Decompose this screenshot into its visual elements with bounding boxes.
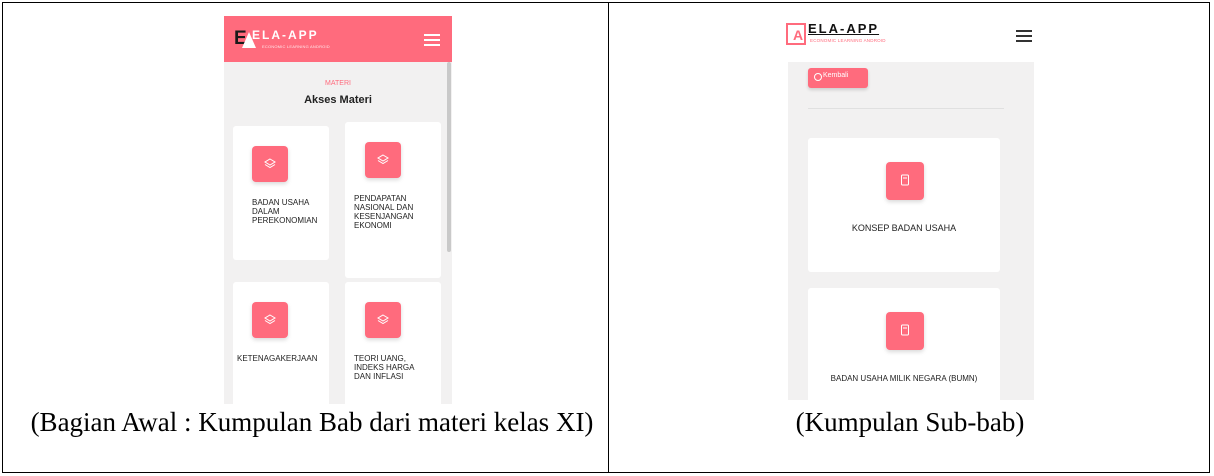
scrollbar[interactable] — [447, 62, 451, 252]
table-divider — [608, 2, 609, 473]
section-kicker: MATERI — [325, 80, 351, 87]
app-header: E ELA-APP ECONOMIC LEARNING ANDROID — [224, 16, 452, 62]
chapter-card[interactable]: TEORI UANG, INDEKS HARGA DAN INFLASI — [345, 282, 441, 404]
chapter-label: BADAN USAHA DALAM PEREKONOMIAN — [252, 198, 318, 225]
app-subtitle: ECONOMIC LEARNING ANDROID — [810, 38, 886, 43]
menu-icon[interactable] — [1016, 30, 1032, 45]
left-phone-screen: E ELA-APP ECONOMIC LEARNING ANDROID MATE… — [224, 16, 452, 404]
back-icon — [814, 73, 822, 81]
menu-icon[interactable] — [424, 34, 440, 49]
app-header: A ELA-APP ECONOMIC LEARNING ANDROID — [776, 16, 1042, 60]
app-title: ELA-APP — [252, 28, 319, 42]
chapter-card[interactable]: KETENAGAKERJAAN — [233, 282, 329, 404]
book-icon — [886, 162, 924, 200]
subchapter-card[interactable]: BADAN USAHA MILIK NEGARA (BUMN) — [808, 288, 1000, 400]
right-phone-screen: A ELA-APP ECONOMIC LEARNING ANDROID Kemb… — [776, 16, 1042, 400]
chapter-label: PENDAPATAN NASIONAL DAN KESENJANGAN EKON… — [354, 194, 414, 230]
app-logo: A — [786, 23, 806, 45]
subchapter-label: KONSEP BADAN USAHA — [851, 223, 957, 233]
layers-icon — [365, 142, 401, 178]
chapter-label: TEORI UANG, INDEKS HARGA DAN INFLASI — [354, 354, 415, 381]
subchapter-card[interactable]: KONSEP BADAN USAHA — [808, 138, 1000, 272]
chapter-card[interactable]: PENDAPATAN NASIONAL DAN KESENJANGAN EKON… — [345, 122, 441, 278]
layers-icon — [365, 302, 401, 338]
back-button-label: Kembali — [823, 72, 849, 79]
subchapter-label: BADAN USAHA MILIK NEGARA (BUMN) — [830, 374, 978, 383]
section-title: Akses Materi — [304, 94, 372, 106]
left-caption: (Bagian Awal : Kumpulan Bab dari materi … — [30, 407, 594, 437]
chapter-card[interactable]: BADAN USAHA DALAM PEREKONOMIAN — [233, 126, 329, 260]
book-icon — [886, 312, 924, 350]
layers-icon — [252, 302, 288, 338]
chapter-label: KETENAGAKERJAAN — [237, 354, 318, 363]
right-caption: (Kumpulan Sub-bab) — [795, 407, 1025, 437]
app-title: ELA-APP — [808, 21, 880, 36]
back-button[interactable]: Kembali — [808, 68, 868, 88]
layers-icon — [252, 146, 288, 182]
app-subtitle: ECONOMIC LEARNING ANDROID — [262, 44, 330, 49]
separator — [808, 108, 1004, 109]
